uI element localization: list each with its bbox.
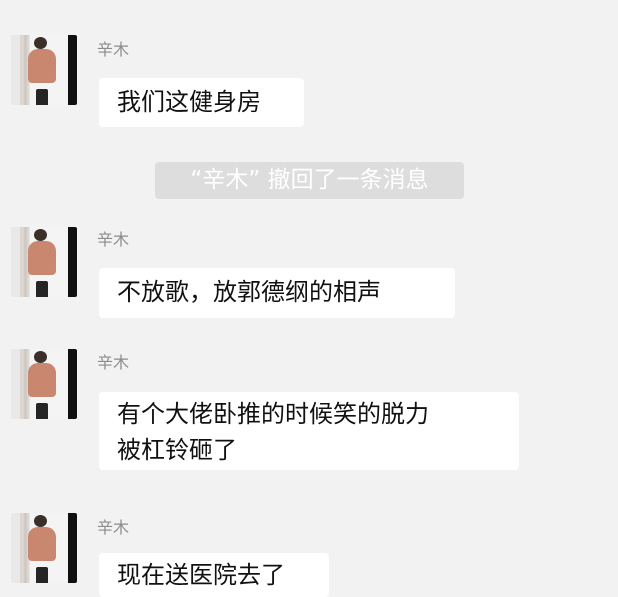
avatar-background: [24, 513, 27, 583]
sender-name: 辛木: [97, 230, 130, 249]
chat-history: 辛木 我们这健身房 “辛木” 撤回了一条消息 辛木 不放歌，放郭德纲的相声 辛木…: [0, 0, 618, 597]
message-bubble[interactable]: 有个大佬卧推的时候笑的脱力 被杠铃砸了: [99, 392, 519, 470]
sender-name: 辛木: [97, 40, 130, 59]
avatar-door: [68, 349, 77, 419]
sender-name: 辛木: [97, 353, 130, 372]
avatar-door: [68, 35, 77, 105]
avatar[interactable]: [11, 513, 77, 583]
sender-name: 辛木: [97, 518, 130, 537]
message-bubble[interactable]: 现在送医院去了: [99, 553, 329, 597]
message-bubble[interactable]: 不放歌，放郭德纲的相声: [99, 268, 455, 318]
avatar-background: [24, 35, 27, 105]
avatar[interactable]: [11, 35, 77, 105]
avatar-background: [24, 349, 27, 419]
avatar[interactable]: [11, 227, 77, 297]
message-bubble[interactable]: 我们这健身房: [99, 78, 304, 127]
avatar-door: [68, 513, 77, 583]
avatar[interactable]: [11, 349, 77, 419]
avatar-background: [24, 227, 27, 297]
avatar-door: [68, 227, 77, 297]
recall-notice: “辛木” 撤回了一条消息: [155, 162, 464, 199]
